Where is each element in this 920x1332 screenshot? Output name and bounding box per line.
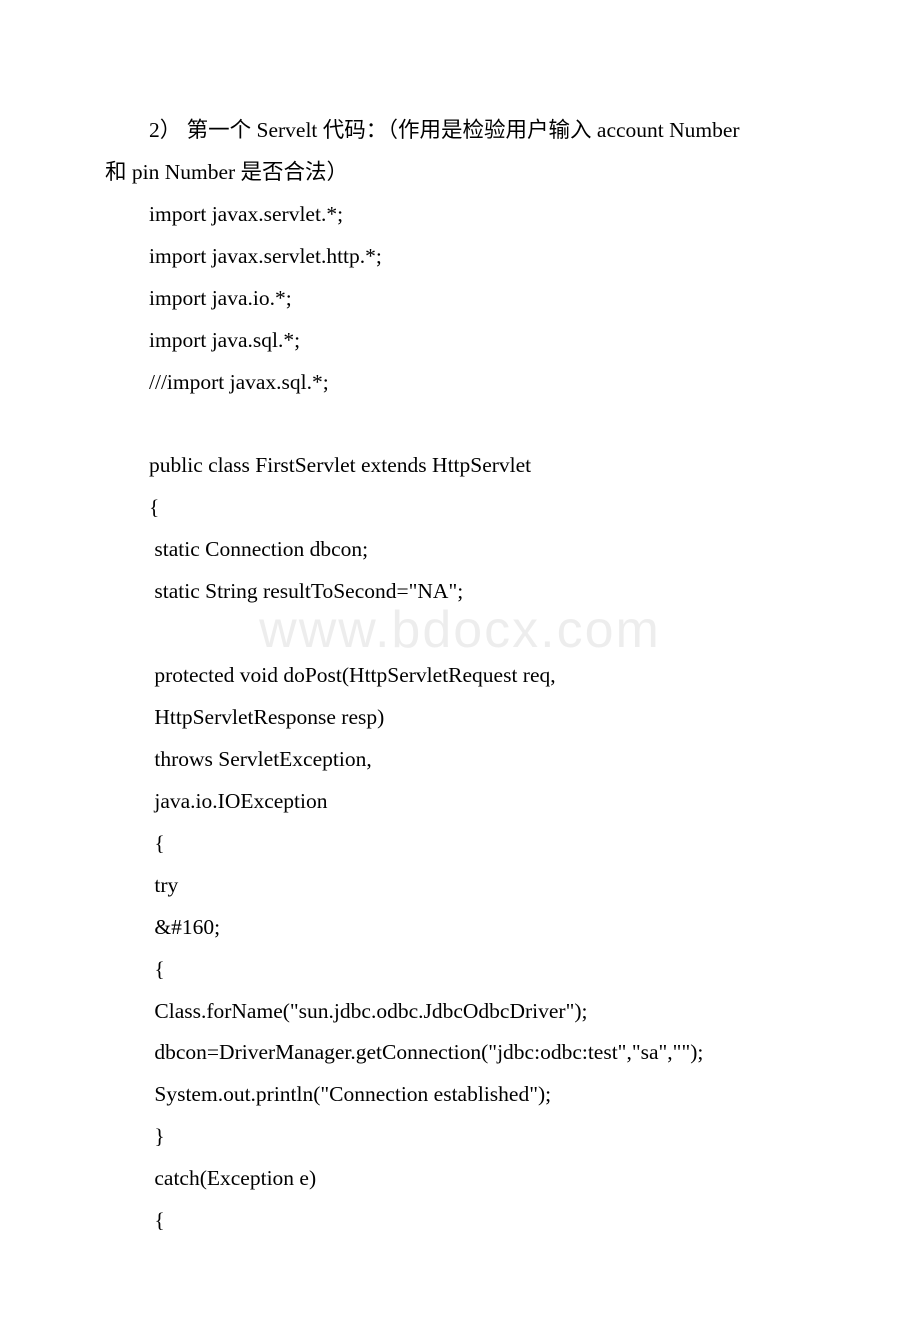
- code-line: import java.sql.*;: [105, 320, 815, 362]
- code-line: &#160;: [105, 907, 815, 949]
- code-line: import java.io.*;: [105, 278, 815, 320]
- blank-line: [105, 613, 815, 655]
- code-line: {: [105, 949, 815, 991]
- code-line: static Connection dbcon;: [105, 529, 815, 571]
- code-line: HttpServletResponse resp): [105, 697, 815, 739]
- code-line: throws ServletException,: [105, 739, 815, 781]
- code-line: import javax.servlet.*;: [105, 194, 815, 236]
- document-body: 2） 第一个 Servelt 代码：（作用是检验用户输入 account Num…: [105, 110, 815, 1242]
- code-line: 2） 第一个 Servelt 代码：（作用是检验用户输入 account Num…: [105, 110, 815, 152]
- code-line: {: [105, 823, 815, 865]
- code-line: try: [105, 865, 815, 907]
- code-line: Class.forName("sun.jdbc.odbc.JdbcOdbcDri…: [105, 991, 815, 1033]
- code-line: protected void doPost(HttpServletRequest…: [105, 655, 815, 697]
- code-line: dbcon=DriverManager.getConnection("jdbc:…: [105, 1032, 815, 1074]
- code-line: import javax.servlet.http.*;: [105, 236, 815, 278]
- code-line: {: [105, 1200, 815, 1242]
- code-line: System.out.println("Connection establish…: [105, 1074, 815, 1116]
- code-line: static String resultToSecond="NA";: [105, 571, 815, 613]
- code-line: catch(Exception e): [105, 1158, 815, 1200]
- code-line: ///import javax.sql.*;: [105, 362, 815, 404]
- code-line: java.io.IOException: [105, 781, 815, 823]
- document-page: www.bdocx.com 2） 第一个 Servelt 代码：（作用是检验用户…: [0, 0, 920, 1332]
- code-line: 和 pin Number 是否合法）: [105, 152, 815, 194]
- blank-line: [105, 403, 815, 445]
- code-line: public class FirstServlet extends HttpSe…: [105, 445, 815, 487]
- code-line: }: [105, 1116, 815, 1158]
- code-line: {: [105, 487, 815, 529]
